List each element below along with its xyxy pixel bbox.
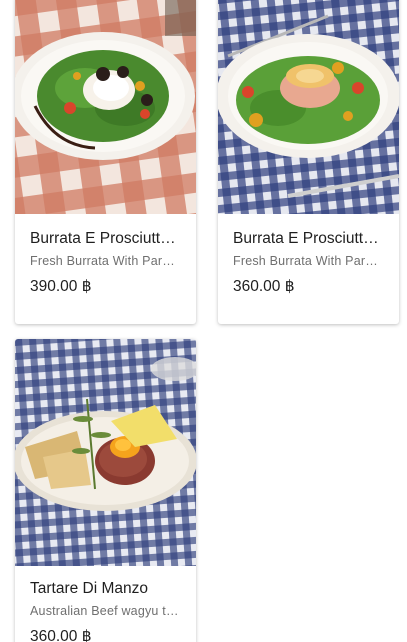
menu-item-card[interactable]: Burrata E Prosciutto... Fresh Burrata Wi… <box>15 0 196 324</box>
menu-item-description: Fresh Burrata With Parm... <box>233 254 384 268</box>
menu-item-price: 360.00 ฿ <box>30 628 92 642</box>
menu-item-description: Fresh Burrata With Parm... <box>30 254 181 268</box>
menu-item-title: Burrata E Prosciutto... <box>30 230 181 247</box>
menu-item-title: Tartare Di Manzo <box>30 580 149 597</box>
food-photo <box>15 0 196 214</box>
menu-item-title: Burrata E Prosciutto... <box>233 230 384 247</box>
food-photo <box>15 339 196 566</box>
menu-item-card[interactable]: Tartare Di Manzo Australian Beef wagyu t… <box>15 339 196 642</box>
food-photo <box>218 0 399 214</box>
menu-item-description: Australian Beef wagyu te... <box>30 604 181 618</box>
menu-item-price: 360.00 ฿ <box>233 278 295 295</box>
menu-item-card[interactable]: Burrata E Prosciutto... Fresh Burrata Wi… <box>218 0 399 324</box>
menu-item-price: 390.00 ฿ <box>30 278 92 295</box>
